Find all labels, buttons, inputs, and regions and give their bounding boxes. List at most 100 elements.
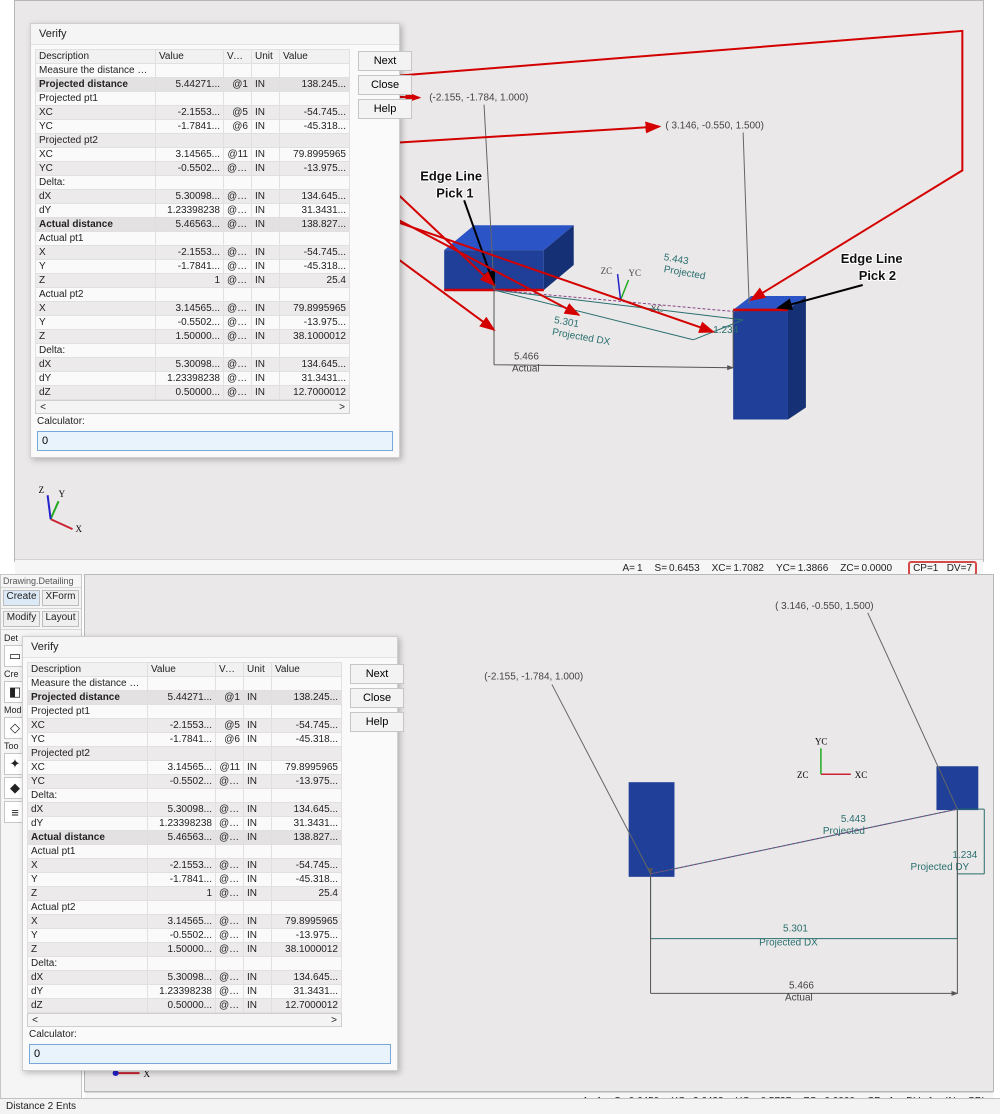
svg-text:Z: Z — [39, 485, 44, 495]
tab-layout[interactable]: Layout — [42, 611, 79, 627]
table-row[interactable]: Actual pt1 — [28, 845, 342, 859]
column-header[interactable]: Var... — [224, 50, 252, 64]
svg-text:YC: YC — [629, 268, 641, 278]
table-row[interactable]: Projected pt2 — [36, 134, 350, 148]
table-row[interactable]: XC3.14565...@11IN79.8995965 — [28, 761, 342, 775]
table-row[interactable]: X3.14565...@33IN79.8995965 — [28, 915, 342, 929]
table-row[interactable]: Actual pt1 — [36, 232, 350, 246]
svg-text:Edge Line: Edge Line — [841, 251, 903, 266]
column-header[interactable]: Unit — [244, 663, 272, 677]
table-row[interactable]: dZ0.50000...@43IN12.7000012 — [28, 999, 342, 1013]
table-row[interactable]: Y-1.7841...@26IN-45.318... — [28, 873, 342, 887]
svg-text:5.443: 5.443 — [841, 814, 866, 825]
panel-title: Verify — [31, 24, 399, 45]
table-row[interactable]: Projected distance5.44271...@1IN138.245.… — [28, 691, 342, 705]
block-2-front — [936, 766, 978, 810]
table-row[interactable]: Delta: — [36, 344, 350, 358]
table-row[interactable]: dY1.23398238@42IN31.3431... — [36, 372, 350, 386]
tab-modify[interactable]: Modify — [3, 611, 40, 627]
help-button[interactable]: Help — [358, 99, 412, 119]
table-row[interactable]: Actual pt2 — [36, 288, 350, 302]
verify-panel-top[interactable]: Verify DescriptionValueVar...UnitValue M… — [30, 23, 400, 458]
column-header[interactable]: Var... — [216, 663, 244, 677]
table-row[interactable]: Delta: — [28, 789, 342, 803]
svg-text:Projected: Projected — [663, 264, 706, 282]
svg-text:ZC: ZC — [797, 770, 808, 780]
table-row[interactable]: Y-0.5502...@34IN-13.975... — [36, 316, 350, 330]
column-header[interactable]: Description — [36, 50, 156, 64]
calculator-input[interactable] — [29, 1044, 391, 1064]
scroll-right-icon[interactable]: > — [335, 402, 349, 413]
table-row[interactable]: dX5.30098...@41IN134.645... — [36, 358, 350, 372]
svg-text:Actual: Actual — [512, 364, 540, 375]
next-button[interactable]: Next — [350, 664, 404, 684]
table-row[interactable]: YC-1.7841...@6IN-45.318... — [36, 120, 350, 134]
table-row[interactable]: Projected distance5.44271...@1IN138.245.… — [36, 78, 350, 92]
scroll-left-icon[interactable]: < — [28, 1015, 42, 1026]
table-row[interactable]: X-2.1553...@25IN-54.745... — [28, 859, 342, 873]
column-header[interactable]: Value — [148, 663, 216, 677]
horizontal-scrollbar[interactable]: < > — [27, 1013, 342, 1027]
table-row[interactable]: Z1.50000...@35IN38.1000012 — [36, 330, 350, 344]
table-row[interactable]: X3.14565...@33IN79.8995965 — [36, 302, 350, 316]
table-row[interactable]: X-2.1553...@25IN-54.745... — [36, 246, 350, 260]
table-row[interactable]: XC-2.1553...@5IN-54.745... — [28, 719, 342, 733]
svg-text:( 3.146, -0.550, 1.500): ( 3.146, -0.550, 1.500) — [665, 121, 764, 132]
table-row[interactable]: Measure the distance bet... — [36, 64, 350, 78]
calculator-input[interactable] — [37, 431, 393, 451]
column-header[interactable]: Value — [272, 663, 342, 677]
calculator-label: Calculator: — [31, 414, 399, 429]
svg-text:Actual: Actual — [785, 992, 813, 1003]
column-header[interactable]: Description — [28, 663, 148, 677]
help-button[interactable]: Help — [350, 712, 404, 732]
svg-text:Y: Y — [59, 489, 66, 499]
tab-create[interactable]: Create — [3, 590, 40, 606]
table-row[interactable]: Actual pt2 — [28, 901, 342, 915]
verify-table[interactable]: DescriptionValueVar...UnitValue Measure … — [35, 49, 350, 400]
table-row[interactable]: XC3.14565...@11IN79.8995965 — [36, 148, 350, 162]
verify-table[interactable]: DescriptionValueVar...UnitValue Measure … — [27, 662, 342, 1013]
table-row[interactable]: YC-0.5502...@12IN-13.975... — [36, 162, 350, 176]
table-row[interactable]: dY1.23398238@18IN31.3431... — [36, 204, 350, 218]
next-button[interactable]: Next — [358, 51, 412, 71]
table-row[interactable]: Z1@27IN25.4 — [36, 274, 350, 288]
tab-xform[interactable]: XForm — [42, 590, 79, 606]
table-row[interactable]: Projected pt1 — [28, 705, 342, 719]
table-row[interactable]: dY1.23398238@18IN31.3431... — [28, 817, 342, 831]
table-row[interactable]: Actual distance5.46563...@21IN138.827... — [28, 831, 342, 845]
table-row[interactable]: dX5.30098...@17IN134.645... — [28, 803, 342, 817]
table-row[interactable]: dZ0.50000...@43IN12.7000012 — [36, 386, 350, 400]
table-row[interactable]: Actual distance5.46563...@21IN138.827... — [36, 218, 350, 232]
column-header[interactable]: Value — [156, 50, 224, 64]
table-row[interactable]: Y-0.5502...@34IN-13.975... — [28, 929, 342, 943]
close-button[interactable]: Close — [350, 688, 404, 708]
table-row[interactable]: YC-1.7841...@6IN-45.318... — [28, 733, 342, 747]
scroll-right-icon[interactable]: > — [327, 1015, 341, 1026]
table-row[interactable]: Delta: — [36, 176, 350, 190]
column-header[interactable]: Unit — [252, 50, 280, 64]
table-row[interactable]: Measure the distance bet... — [28, 677, 342, 691]
table-row[interactable]: Projected pt2 — [28, 747, 342, 761]
column-header[interactable]: Value — [280, 50, 350, 64]
table-row[interactable]: Projected pt1 — [36, 92, 350, 106]
svg-text:X: X — [76, 524, 83, 534]
table-row[interactable]: YC-0.5502...@12IN-13.975... — [28, 775, 342, 789]
scroll-left-icon[interactable]: < — [36, 402, 50, 413]
horizontal-scrollbar[interactable]: < > — [35, 400, 350, 414]
svg-text:( 3.146, -0.550, 1.500): ( 3.146, -0.550, 1.500) — [775, 601, 874, 612]
table-row[interactable]: Y-1.7841...@26IN-45.318... — [36, 260, 350, 274]
table-row[interactable]: Z1@27IN25.4 — [28, 887, 342, 901]
table-row[interactable]: Z1.50000...@35IN38.1000012 — [28, 943, 342, 957]
svg-text:Projected DX: Projected DX — [551, 327, 611, 348]
app-status-line: Distance 2 Ents — [0, 1098, 1000, 1114]
svg-text:Edge Line: Edge Line — [420, 168, 482, 183]
close-button[interactable]: Close — [358, 75, 412, 95]
table-row[interactable]: dY1.23398238@42IN31.3431... — [28, 985, 342, 999]
table-row[interactable]: XC-2.1553...@5IN-54.745... — [36, 106, 350, 120]
table-row[interactable]: Delta: — [28, 957, 342, 971]
svg-text:ZC: ZC — [601, 266, 612, 276]
svg-text:Pick 2: Pick 2 — [859, 268, 896, 283]
table-row[interactable]: dX5.30098...@17IN134.645... — [36, 190, 350, 204]
verify-panel-bottom[interactable]: Verify DescriptionValueVar...UnitValue M… — [22, 636, 398, 1071]
table-row[interactable]: dX5.30098...@41IN134.645... — [28, 971, 342, 985]
